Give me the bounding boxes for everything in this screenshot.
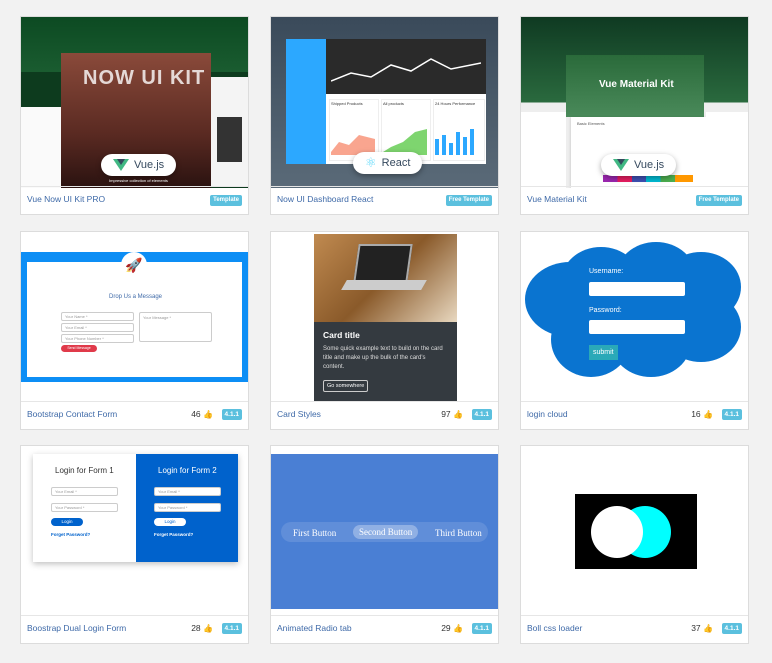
card-title-link[interactable]: Vue Now UI Kit PRO [27, 194, 105, 204]
card-thumbnail[interactable]: 🚀 Drop Us a Message Your Name * Your Ema… [21, 232, 248, 403]
like-count[interactable]: 46 👍 [191, 409, 213, 419]
thumbs-up-icon: 👍 [203, 410, 213, 419]
card-footer: Boll css loader 37 👍 4.1.1 [521, 615, 748, 643]
rocket-icon: 🚀 [121, 252, 147, 278]
white-ball [591, 506, 643, 558]
form-heading: Drop Us a Message [109, 294, 163, 300]
hero-title: Vue Material Kit [599, 79, 674, 90]
version-badge: 4.1.1 [721, 623, 742, 634]
card-title-link[interactable]: Boostrap Dual Login Form [27, 623, 126, 633]
version-badge: 4.1.1 [471, 409, 492, 420]
dashboard-line-chart [331, 58, 481, 82]
card-title-link[interactable]: Animated Radio tab [277, 623, 352, 633]
card-title-link[interactable]: Card Styles [277, 409, 321, 419]
like-count[interactable]: 97 👍 [441, 409, 463, 419]
card-thumbnail[interactable]: Vue Material Kit Basic Elements Vue.js [521, 17, 748, 188]
card-title-link[interactable]: Vue Material Kit [527, 194, 587, 204]
version-badge: 4.1.1 [721, 409, 742, 420]
mini-charts [331, 129, 474, 155]
radio-first[interactable]: First Button [287, 526, 342, 540]
card-boll-css-loader[interactable]: Boll css loader 37 👍 4.1.1 [520, 445, 749, 644]
vue-logo-icon [613, 159, 629, 171]
card-footer: login cloud 16 👍 4.1.1 [521, 401, 748, 429]
password-input[interactable] [589, 320, 685, 334]
like-count[interactable]: 28 👍 [191, 623, 213, 633]
card-footer: Vue Now UI Kit PRO Template [21, 186, 248, 214]
submit-button[interactable]: submit [589, 345, 618, 360]
hero-title: NOW UI KIT [83, 67, 206, 89]
card-thumbnail[interactable]: Card title Some quick example text to bu… [271, 232, 498, 403]
thumbs-up-icon: 👍 [703, 624, 713, 633]
card-footer: Bootstrap Contact Form 46 👍 4.1.1 [21, 401, 248, 429]
username-input[interactable] [589, 282, 685, 296]
thumbs-up-icon: 👍 [703, 410, 713, 419]
radio-third[interactable]: Third Button [429, 526, 488, 540]
react-badge: ⚛ React [353, 152, 423, 174]
thumbs-up-icon: 👍 [203, 624, 213, 633]
card-thumbnail[interactable]: Username: Password: submit [521, 232, 748, 403]
card-thumbnail[interactable]: NOW UI KIT Vue.js Impressive collection … [21, 17, 248, 188]
card-title-link[interactable]: Now UI Dashboard React [277, 194, 373, 204]
card-footer: Boostrap Dual Login Form 28 👍 4.1.1 [21, 615, 248, 643]
template-badge: Template [210, 195, 242, 206]
card-thumbnail[interactable]: Shipped Products All products 24 Hours P… [271, 17, 498, 188]
card-dual-login-form[interactable]: Login for Form 1 Login for Form 2 Your E… [20, 445, 249, 644]
card-vue-now-ui-kit-pro[interactable]: NOW UI KIT Vue.js Impressive collection … [20, 16, 249, 215]
card-footer: Vue Material Kit Free Template [521, 186, 748, 214]
vue-badge: Vue.js [101, 154, 177, 176]
card-card-styles[interactable]: Card title Some quick example text to bu… [270, 231, 499, 430]
version-badge: 4.1.1 [221, 623, 242, 634]
template-badge: Free Template [445, 195, 492, 206]
card-text: Some quick example text to build on the … [323, 346, 443, 370]
like-count[interactable]: 16 👍 [691, 409, 713, 419]
card-title: Card title [323, 330, 360, 340]
vue-logo-icon [113, 159, 129, 171]
card-title-link[interactable]: Boll css loader [527, 623, 582, 633]
card-thumbnail[interactable]: First Button Second Button Third Button [271, 446, 498, 617]
react-logo-icon: ⚛ [365, 155, 377, 170]
card-title-link[interactable]: Bootstrap Contact Form [27, 409, 117, 419]
hero-subtitle: Impressive collection of elements [109, 178, 168, 183]
card-thumbnail[interactable]: Login for Form 1 Login for Form 2 Your E… [21, 446, 248, 617]
card-animated-radio-tab[interactable]: First Button Second Button Third Button … [270, 445, 499, 644]
card-login-cloud[interactable]: Username: Password: submit login cloud 1… [520, 231, 749, 430]
like-count[interactable]: 37 👍 [691, 623, 713, 633]
version-badge: 4.1.1 [221, 409, 242, 420]
card-footer: Animated Radio tab 29 👍 4.1.1 [271, 615, 498, 643]
template-badge: Free Template [695, 195, 742, 206]
like-count[interactable]: 29 👍 [441, 623, 463, 633]
forgot-password-link-1[interactable]: Forget Password? [51, 532, 90, 537]
forgot-password-link-2[interactable]: Forget Password? [154, 532, 193, 537]
thumbs-up-icon: 👍 [453, 410, 463, 419]
go-somewhere-button[interactable]: Go somewhere [323, 380, 369, 392]
card-footer: Card Styles 97 👍 4.1.1 [271, 401, 498, 429]
card-vue-material-kit[interactable]: Vue Material Kit Basic Elements Vue.js V… [520, 16, 749, 215]
login-button-2[interactable]: Login [154, 518, 186, 526]
card-title-link[interactable]: login cloud [527, 409, 568, 419]
card-bootstrap-contact-form[interactable]: 🚀 Drop Us a Message Your Name * Your Ema… [20, 231, 249, 430]
version-badge: 4.1.1 [471, 623, 492, 634]
card-footer: Now UI Dashboard React Free Template [271, 186, 498, 214]
card-thumbnail[interactable] [521, 446, 748, 617]
laptop-photo [314, 234, 457, 322]
login-button-1[interactable]: Login [51, 518, 83, 526]
radio-second[interactable]: Second Button [353, 525, 419, 539]
send-message-button[interactable]: Send Message [61, 345, 97, 352]
thumbs-up-icon: 👍 [453, 624, 463, 633]
card-now-ui-dashboard-react[interactable]: Shipped Products All products 24 Hours P… [270, 16, 499, 215]
vue-badge: Vue.js [601, 154, 677, 176]
